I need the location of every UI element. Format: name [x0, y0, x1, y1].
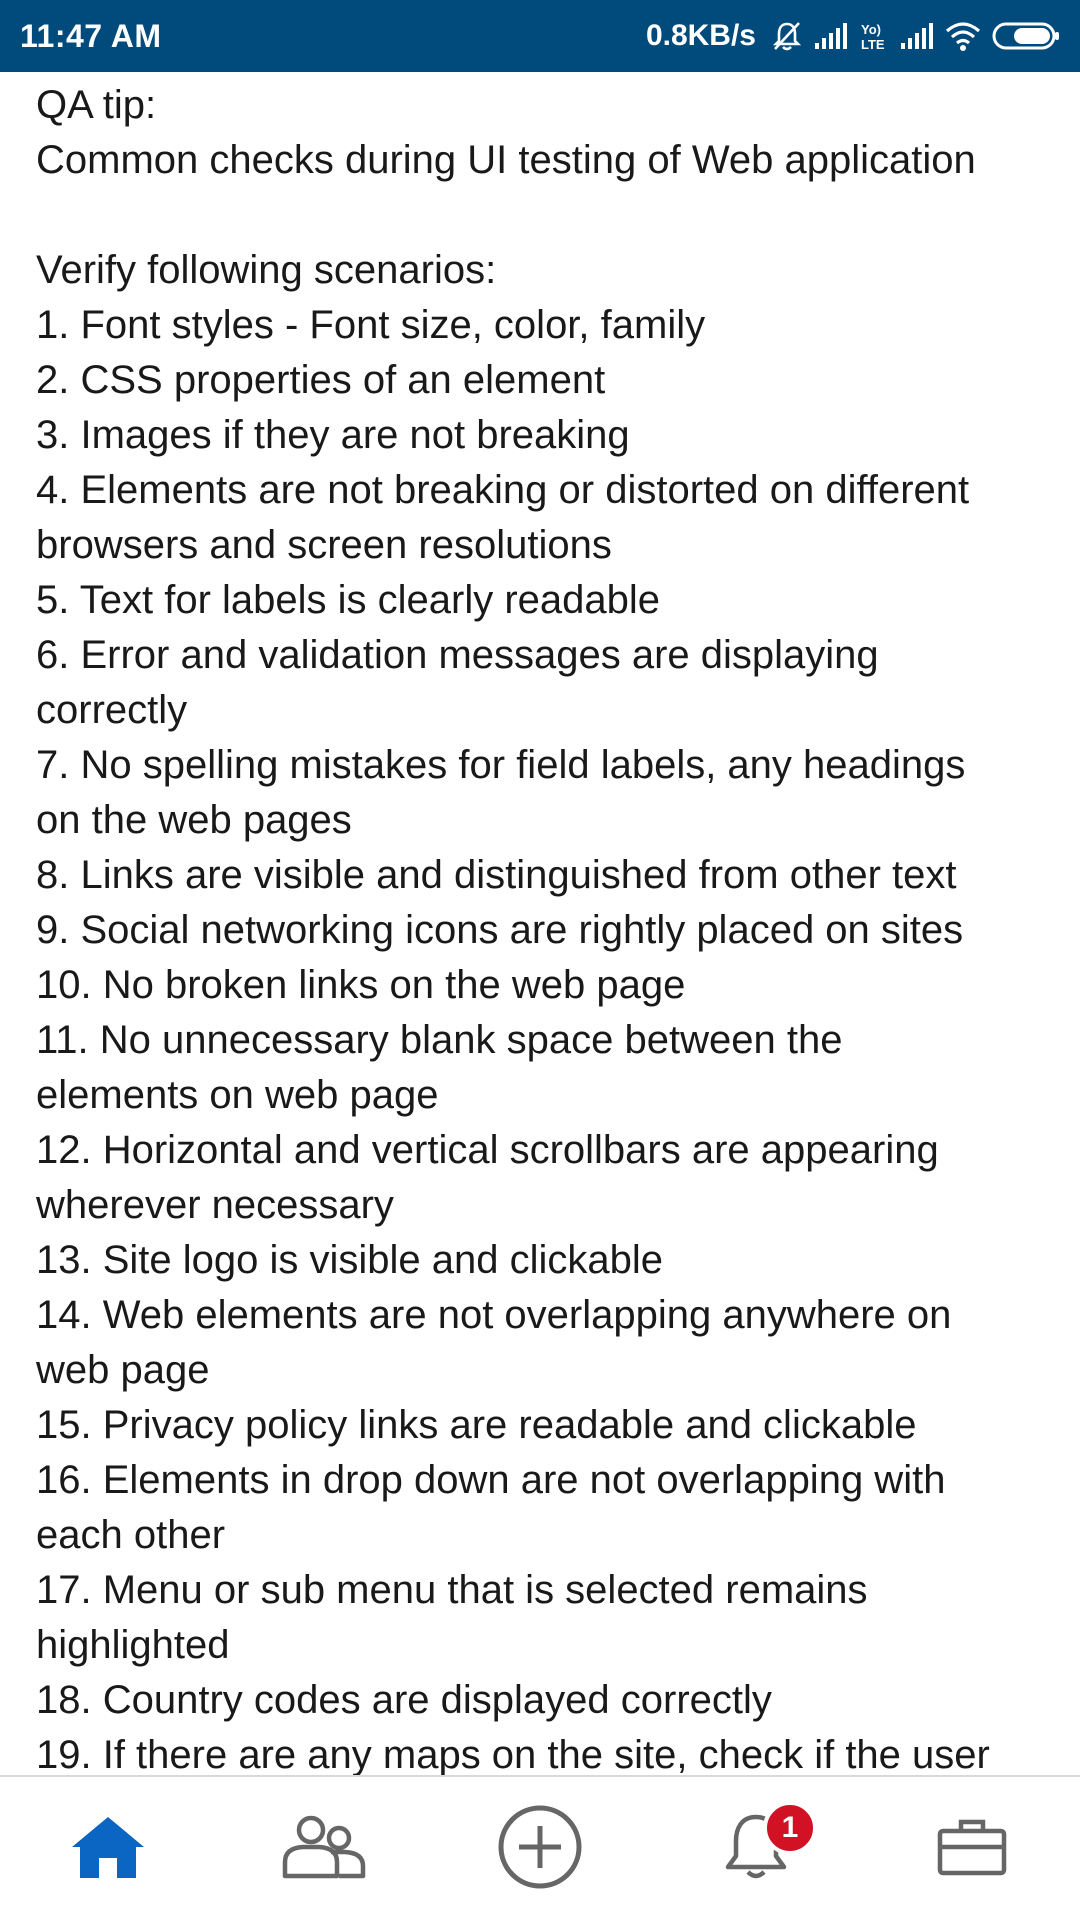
wifi-icon — [944, 20, 982, 52]
home-icon — [70, 1814, 146, 1884]
jobs-icon — [937, 1818, 1007, 1880]
nav-home[interactable] — [33, 1789, 183, 1909]
battery-icon — [992, 21, 1060, 51]
my-network-icon — [281, 1814, 367, 1884]
svg-text:Yo): Yo) — [861, 22, 881, 37]
bottom-navigation: 1 — [0, 1775, 1080, 1920]
network-speed: 0.8KB/s — [645, 19, 756, 52]
notification-muted-icon — [770, 19, 804, 53]
signal-2-icon — [900, 21, 934, 51]
post-icon — [497, 1804, 583, 1894]
status-icons: 0.8KB/s Yo) LTE — [646, 19, 1060, 53]
nav-jobs[interactable] — [897, 1789, 1047, 1909]
nav-post[interactable] — [465, 1789, 615, 1909]
nav-my-network[interactable] — [249, 1789, 399, 1909]
volte-icon: Yo) LTE — [858, 20, 890, 52]
post-text: QA tip: Common checks during UI testing … — [36, 83, 990, 1775]
status-bar: 11:47 AM 0.8KB/s Yo) LTE — [0, 0, 1080, 72]
post-content[interactable]: QA tip: Common checks during UI testing … — [0, 72, 1080, 1775]
status-time: 11:47 AM — [20, 17, 162, 54]
svg-text:LTE: LTE — [861, 37, 885, 52]
signal-1-icon — [814, 21, 848, 51]
nav-notifications[interactable]: 1 — [681, 1789, 831, 1909]
notification-badge: 1 — [763, 1800, 817, 1855]
